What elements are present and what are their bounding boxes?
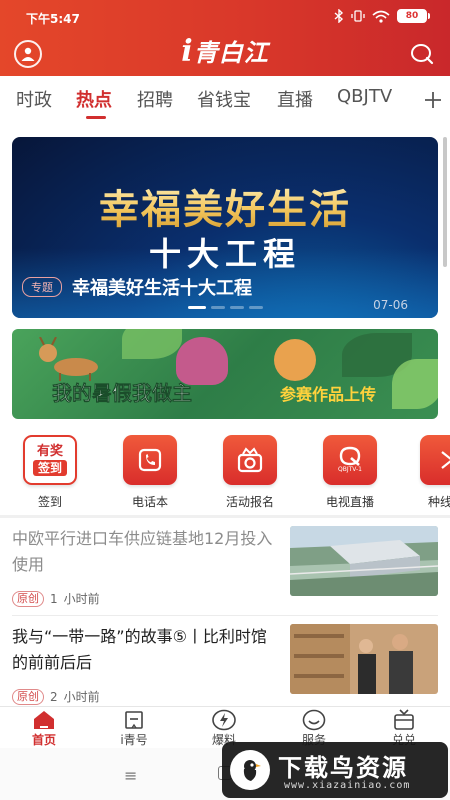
plus-icon — [425, 92, 441, 108]
carousel-dot — [211, 306, 225, 309]
status-time: 下午5:47 — [26, 12, 80, 26]
smile-icon — [301, 709, 327, 731]
bookmark-icon — [121, 709, 147, 731]
comment-count: 1 — [50, 591, 58, 606]
vibrate-icon — [351, 10, 365, 22]
logo-prefix: i — [181, 34, 194, 69]
quick-activity-signup[interactable]: 活动报名 — [210, 435, 290, 510]
quick-label: 电话本 — [131, 495, 168, 509]
phonebook-icon — [123, 435, 177, 485]
tab-redian[interactable]: 热点 — [76, 86, 112, 112]
tab-shizheng[interactable]: 时政 — [16, 86, 52, 112]
bird-logo-icon — [230, 750, 270, 790]
watermark-text: 下载鸟资源 — [278, 754, 408, 782]
phone-icon — [138, 448, 162, 472]
deer-illustration — [39, 337, 98, 381]
news-divider — [12, 615, 438, 616]
crown-camera-icon — [237, 447, 263, 473]
quick-phonebook[interactable]: 电话本 — [110, 435, 190, 510]
battery-indicator: 80 — [397, 9, 427, 23]
quick-checkin[interactable]: 有奖 签到 签到 — [10, 435, 90, 510]
nav-iqinghao[interactable]: i青号 — [104, 709, 164, 748]
carousel-dots — [188, 306, 263, 309]
battery-nub — [428, 13, 430, 19]
lightning-icon — [211, 709, 237, 731]
more-shape-icon — [441, 451, 450, 469]
tab-zhibo[interactable]: 直播 — [277, 86, 313, 112]
leaf-decoration — [392, 359, 438, 409]
belgium-pavilion-image — [290, 624, 438, 694]
bluetooth-icon — [334, 9, 344, 23]
quick-label: 电视直播 — [325, 495, 374, 509]
scrollbar[interactable] — [443, 137, 447, 267]
quick-tv-live[interactable]: QBJTV-1 电视直播 — [310, 435, 390, 510]
reward-icon-top: 有奖 — [36, 444, 63, 459]
news-thumbnail — [290, 526, 438, 596]
banner-headline-line2: 十大工程 — [148, 235, 301, 273]
news-headline: 我与“一带一路”的故事⑤丨比利时馆的前前后后 — [12, 627, 267, 672]
tv-gift-icon — [391, 709, 417, 731]
add-channel-button[interactable] — [416, 76, 450, 124]
banner-caption-text: 幸福美好生活十大工程 — [72, 278, 252, 299]
news-meta: 原创 2 小时前 — [12, 688, 100, 705]
news-thumbnail — [290, 624, 438, 694]
quick-more[interactable]: 种线 — [410, 435, 450, 510]
wifi-icon — [372, 10, 390, 23]
news-headline: 中欧平行进口车供应链基地12月投入使用 — [12, 529, 273, 574]
comment-count: 2 — [50, 689, 58, 704]
banner-headline-line1: 幸福美好生活 — [12, 177, 438, 235]
active-tab-underline — [86, 116, 106, 119]
quick-label: 种线 — [428, 495, 450, 509]
featured-banner[interactable]: 幸福美好生活 十大工程 专题 幸福美好生活十大工程 07-06 — [12, 137, 438, 318]
quick-label: 活动报名 — [225, 495, 274, 509]
promo-subtitle: 参赛作品上传 — [280, 385, 377, 404]
channel-tabs: 时政 热点 招聘 省钱宝 直播 QBJTV — [0, 76, 450, 124]
activity-signup-icon — [223, 435, 277, 485]
carousel-dot-active — [188, 306, 206, 309]
tab-qbjtv[interactable]: QBJTV — [337, 86, 392, 107]
qbjtv-logo-icon — [339, 446, 361, 466]
site-watermark: 下载鸟资源 www.xiazainiao.com — [222, 742, 448, 798]
search-icon — [411, 44, 434, 65]
child-illustration — [274, 339, 316, 381]
original-tag: 原创 — [12, 688, 44, 705]
reward-checkin-icon: 有奖 签到 — [23, 435, 77, 485]
more-icon — [420, 435, 450, 485]
qbjtv-label: QBJTV-1 — [337, 466, 362, 473]
tab-shengqianbao[interactable]: 省钱宝 — [197, 86, 251, 112]
promo-banner[interactable]: 我的暑假我做主 参赛作品上传 — [12, 329, 438, 419]
search-button[interactable] — [408, 40, 436, 68]
original-tag: 原创 — [12, 590, 44, 607]
watermark-url: www.xiazainiao.com — [284, 780, 411, 791]
tab-zhaopin[interactable]: 招聘 — [137, 86, 173, 112]
banner-caption: 专题 幸福美好生活十大工程 — [22, 274, 252, 300]
tv-live-icon: QBJTV-1 — [323, 435, 377, 485]
home-icon — [31, 709, 57, 731]
system-status-icons: 80 — [334, 9, 430, 23]
section-divider — [0, 515, 450, 518]
app-header: 下午5:47 80 i青白江 — [0, 0, 450, 76]
news-time: 小时前 — [63, 592, 100, 606]
carousel-dot — [230, 306, 244, 309]
nav-label: i青号 — [120, 733, 148, 747]
logo-text: 青白江 — [193, 38, 269, 67]
carousel-dot — [249, 306, 263, 309]
topic-badge: 专题 — [22, 277, 62, 297]
leaf-decoration — [122, 329, 182, 359]
nav-label: 首页 — [31, 733, 56, 747]
menu-button[interactable]: ≡ — [124, 766, 137, 785]
news-item[interactable]: 我与“一带一路”的故事⑤丨比利时馆的前前后后 原创 2 小时前 — [12, 624, 438, 705]
quick-entry-row: 有奖 签到 签到 电话本 活动报名 QBJTV-1 电视直播 种线 — [0, 429, 450, 515]
nav-home[interactable]: 首页 — [14, 709, 74, 748]
quick-label: 签到 — [37, 495, 62, 509]
promo-title: 我的暑假我做主 — [52, 381, 193, 406]
news-meta: 原创 1 小时前 — [12, 590, 100, 607]
logistics-park-image — [290, 526, 438, 596]
banner-date: 07-06 — [373, 298, 408, 312]
news-time: 小时前 — [63, 690, 100, 704]
app-logo: i青白江 — [0, 33, 450, 69]
news-item[interactable]: 中欧平行进口车供应链基地12月投入使用 原创 1 小时前 — [12, 526, 438, 607]
reward-icon-bottom: 签到 — [32, 460, 67, 476]
status-bar: 下午5:47 80 — [0, 6, 450, 28]
